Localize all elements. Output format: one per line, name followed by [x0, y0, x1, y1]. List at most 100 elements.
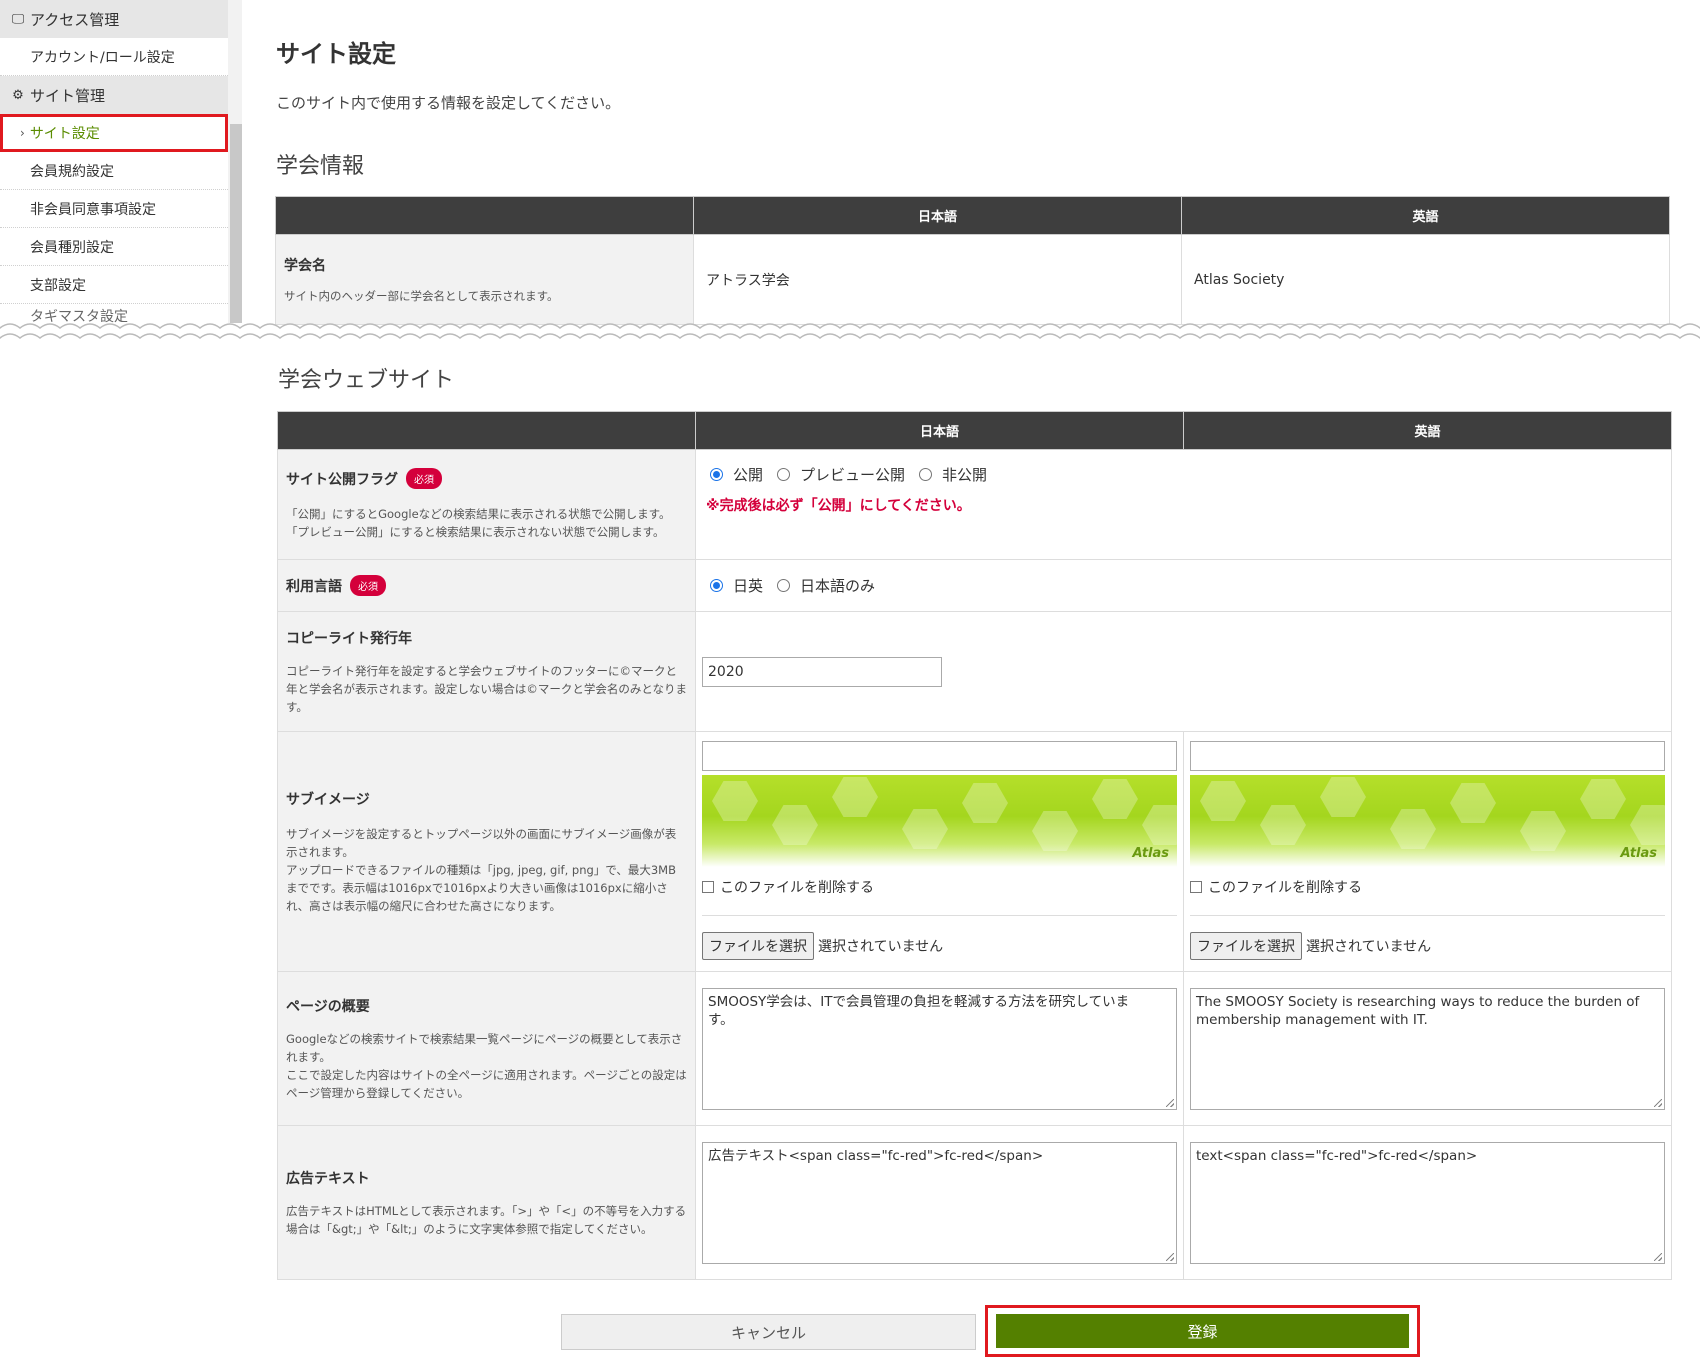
column-header-label [275, 196, 694, 235]
submit-button[interactable]: 登録 [996, 1314, 1409, 1348]
sub-image-label-cell: サブイメージ サブイメージを設定するとトップページ以外の画面にサブイメージ画像が… [277, 731, 696, 972]
delete-file-label[interactable]: このファイルを削除する [720, 877, 874, 897]
sub-image-ja-cell: Atlas このファイルを削除する ファイルを選択 選択されていません [695, 731, 1184, 972]
sub-image-ja-preview: Atlas [702, 775, 1177, 867]
publish-warning: ※完成後は必ず「公開」にしてください。 [706, 498, 971, 514]
chevron-right-icon: › [20, 125, 25, 140]
column-header-ja: 日本語 [693, 196, 1182, 235]
required-badge: 必須 [350, 575, 386, 596]
sidebar: 🖵 アクセス管理 アカウント/ロール設定 ⚙ サイト管理 › サイト設定 会員規… [0, 0, 228, 325]
page-summary-en-cell: The SMOOSY Society is researching ways t… [1183, 971, 1672, 1126]
cancel-button[interactable]: キャンセル [561, 1314, 976, 1350]
copyright-value: 2020 [695, 611, 1672, 732]
publish-flag-label: サイト公開フラグ [286, 471, 398, 488]
society-info-table: 日本語 英語 学会名 サイト内のヘッダー部に学会名として表示されます。 アトラス… [275, 196, 1670, 325]
ad-text-label-cell: 広告テキスト 広告テキストはHTMLとして表示されます。「>」や「<」の不等号を… [277, 1125, 696, 1280]
checkbox-delete-en[interactable] [1190, 881, 1202, 893]
copyright-desc: コピーライト発行年を設定すると学会ウェブサイトのフッターに©マークと年と学会名が… [286, 663, 688, 714]
website-settings-table: 日本語 英語 サイト公開フラグ 必須 「公開」にするとGoogleなどの検索結果… [277, 411, 1672, 1280]
ad-text-ja-textarea[interactable]: 広告テキスト<span class="fc-red">fc-red</span> [702, 1141, 1177, 1264]
publish-flag-radios: 公開 プレビュー公開 非公開 [702, 464, 1665, 485]
page-summary-ja-textarea[interactable]: SMOOSY学会は、ITで会員管理の負担を軽減する方法を研究していま す。 [702, 987, 1177, 1110]
sidebar-section-access[interactable]: 🖵 アクセス管理 [0, 0, 228, 38]
monitor-icon: 🖵 [11, 11, 25, 27]
no-file-selected: 選択されていません [818, 939, 944, 955]
sidebar-section-label: サイト管理 [30, 86, 106, 105]
sub-image-ja-file: ファイルを選択 選択されていません [702, 932, 1177, 960]
submit-button-highlight: 登録 [985, 1305, 1420, 1357]
sub-image-en-preview: Atlas [1190, 775, 1665, 867]
ad-text-en-cell: text<span class="fc-red">fc-red</span> [1183, 1125, 1672, 1280]
radio-preview[interactable] [777, 468, 791, 481]
page-summary-desc: Googleなどの検索サイトで検索結果一覧ページにページの概要として表示されます… [286, 1031, 687, 1100]
radio-public-label[interactable]: 公開 [733, 464, 763, 485]
gear-icon: ⚙ [12, 87, 24, 103]
language-value: 日英 日本語のみ [695, 559, 1672, 612]
page-title: サイト設定 [276, 40, 396, 68]
sub-image-en-url-input[interactable] [1190, 741, 1665, 771]
website-section-title: 学会ウェブサイト [278, 368, 455, 393]
sub-image-desc: サブイメージを設定するとトップページ以外の画面にサブイメージ画像が表示されます。… [286, 826, 677, 913]
society-name-label-cell: 学会名 サイト内のヘッダー部に学会名として表示されます。 [275, 234, 694, 325]
publish-flag-desc: 「公開」にするとGoogleなどの検索結果に表示される状態で公開します。 「プレ… [286, 507, 671, 539]
radio-public[interactable] [710, 468, 723, 481]
sub-image-ja-url-input[interactable] [702, 741, 1177, 771]
language-label-cell: 利用言語 必須 [277, 559, 696, 612]
copyright-label-cell: コピーライト発行年 コピーライト発行年を設定すると学会ウェブサイトのフッターに©… [277, 611, 696, 732]
required-badge: 必須 [406, 468, 442, 489]
column-header-ja: 日本語 [695, 411, 1184, 450]
atlas-logo: Atlas [1132, 846, 1169, 861]
radio-preview-label[interactable]: プレビュー公開 [800, 464, 905, 485]
page-summary-label: ページの概要 [286, 998, 370, 1015]
page-description: このサイト内で使用する情報を設定してください。 [276, 94, 621, 112]
ad-text-desc: 広告テキストはHTMLとして表示されます。「>」や「<」の不等号を入力する場合は… [286, 1203, 687, 1236]
radio-ja-only[interactable] [777, 579, 791, 592]
atlas-logo: Atlas [1620, 846, 1657, 861]
language-label: 利用言語 [286, 578, 342, 595]
sidebar-item-member-types[interactable]: 会員種別設定 [0, 228, 228, 266]
divider [1190, 915, 1665, 916]
column-header-en: 英語 [1181, 196, 1670, 235]
sidebar-item-site-settings[interactable]: › サイト設定 [0, 114, 228, 152]
sub-image-en-file: ファイルを選択 選択されていません [1190, 932, 1665, 960]
publish-flag-value: 公開 プレビュー公開 非公開 ※完成後は必ず「公開」にしてください。 [695, 449, 1672, 560]
radio-ja-en[interactable] [710, 579, 723, 592]
radio-ja-only-label[interactable]: 日本語のみ [800, 575, 875, 596]
sidebar-item-branches[interactable]: 支部設定 [0, 266, 228, 304]
society-name-ja[interactable]: アトラス学会 [693, 234, 1182, 325]
ad-text-label: 広告テキスト [286, 1170, 370, 1187]
society-name-label: 学会名 [284, 257, 326, 274]
sub-image-en-cell: Atlas このファイルを削除する ファイルを選択 選択されていません [1183, 731, 1672, 972]
checkbox-delete-ja[interactable] [702, 881, 714, 893]
sub-image-ja-delete[interactable]: このファイルを削除する [702, 877, 1177, 897]
sidebar-section-label: アクセス管理 [30, 10, 120, 29]
radio-private-label[interactable]: 非公開 [942, 464, 987, 485]
ad-text-ja-cell: 広告テキスト<span class="fc-red">fc-red</span> [695, 1125, 1184, 1280]
sidebar-item-label: サイト設定 [29, 125, 100, 142]
radio-ja-en-label[interactable]: 日英 [733, 575, 763, 596]
choose-file-button-en[interactable]: ファイルを選択 [1190, 932, 1302, 960]
column-header-en: 英語 [1183, 411, 1672, 450]
sidebar-scrollbar-thumb[interactable] [230, 124, 242, 323]
copyright-label: コピーライト発行年 [286, 630, 412, 647]
sidebar-item-nonmember-consent[interactable]: 非会員同意事項設定 [0, 190, 228, 228]
radio-private[interactable] [919, 468, 933, 481]
sidebar-item-member-terms[interactable]: 会員規約設定 [0, 152, 228, 190]
copyright-year-input[interactable]: 2020 [702, 656, 942, 687]
page-summary-label-cell: ページの概要 Googleなどの検索サイトで検索結果一覧ページにページの概要とし… [277, 971, 696, 1126]
ad-text-en-textarea[interactable]: text<span class="fc-red">fc-red</span> [1190, 1141, 1665, 1264]
society-info-title: 学会情報 [276, 154, 365, 179]
divider [702, 915, 1177, 916]
sidebar-section-site[interactable]: ⚙ サイト管理 [0, 76, 228, 114]
page-summary-ja-cell: SMOOSY学会は、ITで会員管理の負担を軽減する方法を研究していま す。 [695, 971, 1184, 1126]
no-file-selected: 選択されていません [1306, 939, 1432, 955]
sub-image-label: サブイメージ [286, 791, 370, 808]
delete-file-label[interactable]: このファイルを削除する [1208, 877, 1362, 897]
column-header-label [277, 411, 696, 450]
choose-file-button-ja[interactable]: ファイルを選択 [702, 932, 814, 960]
sub-image-en-delete[interactable]: このファイルを削除する [1190, 877, 1665, 897]
society-name-en[interactable]: Atlas Society [1181, 234, 1670, 325]
publish-flag-label-cell: サイト公開フラグ 必須 「公開」にするとGoogleなどの検索結果に表示される状… [277, 449, 696, 560]
sidebar-item-account-role[interactable]: アカウント/ロール設定 [0, 38, 228, 76]
page-summary-en-textarea[interactable]: The SMOOSY Society is researching ways t… [1190, 987, 1665, 1110]
